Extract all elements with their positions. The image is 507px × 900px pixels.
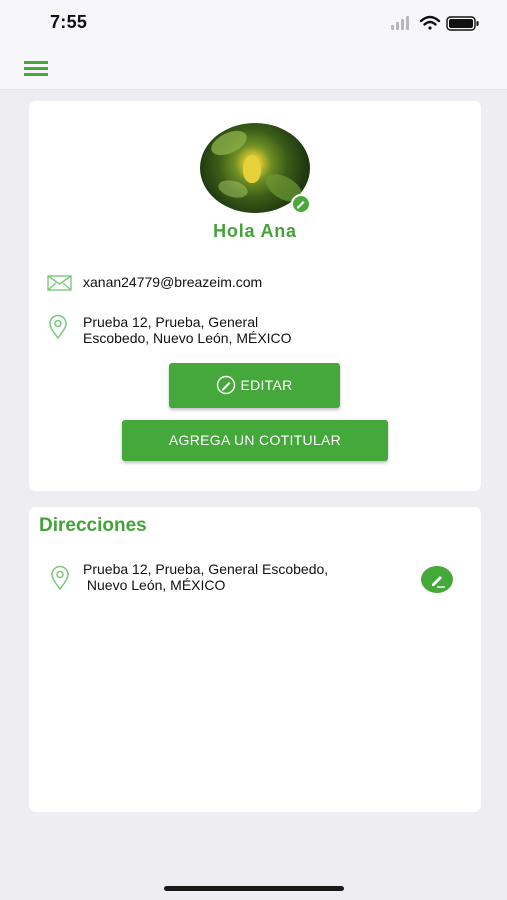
addresses-card: Direcciones Prueba 12, Prueba, General E… xyxy=(29,507,481,812)
address-line-2: Escobedo, Nuevo León, MÉXICO xyxy=(83,330,292,346)
home-indicator xyxy=(164,886,344,891)
address-line-1: Prueba 12, Prueba, General xyxy=(83,314,259,330)
edit-button-label: EDITAR xyxy=(240,377,293,393)
wifi-icon xyxy=(419,15,441,30)
greeting-text: Hola Ana xyxy=(213,221,297,241)
envelope-icon xyxy=(47,275,72,291)
location-pin-icon xyxy=(51,565,69,591)
email-text: xanan24779@breazeim.com xyxy=(83,274,263,290)
location-pin-icon xyxy=(49,314,67,340)
pencil-icon xyxy=(297,201,305,209)
edit-profile-button[interactable]: EDITAR xyxy=(169,363,340,408)
top-nav-bar xyxy=(0,46,507,90)
battery-icon xyxy=(446,16,479,31)
profile-card: Hola Ana xanan24779@breazeim.com Prueba … xyxy=(29,101,481,491)
edit-circle-icon xyxy=(217,375,236,394)
hamburger-menu-icon[interactable] xyxy=(24,59,50,77)
address-text: Prueba 12, Prueba, General Escobedo, Nue… xyxy=(83,314,343,346)
status-bar: 7:55 xyxy=(0,0,507,46)
pencil-icon xyxy=(432,576,445,588)
add-cotitular-label: AGREGA UN COTITULAR xyxy=(168,432,342,448)
edit-address-button[interactable] xyxy=(421,566,453,593)
avatar-edit-button[interactable] xyxy=(291,194,311,214)
address-list-item: Prueba 12, Prueba, General Escobedo, Nue… xyxy=(49,561,459,601)
address-item-text: Prueba 12, Prueba, General Escobedo, Nue… xyxy=(83,561,353,593)
addresses-title: Direcciones xyxy=(39,515,147,536)
address-item-line-2: Nuevo León, MÉXICO xyxy=(83,577,226,593)
signal-icon xyxy=(391,16,409,30)
address-item-line-1: Prueba 12, Prueba, General Escobedo, xyxy=(83,561,329,577)
status-time: 7:55 xyxy=(50,12,88,32)
status-icons xyxy=(391,15,479,31)
add-cotitular-button[interactable]: AGREGA UN COTITULAR xyxy=(122,420,388,461)
